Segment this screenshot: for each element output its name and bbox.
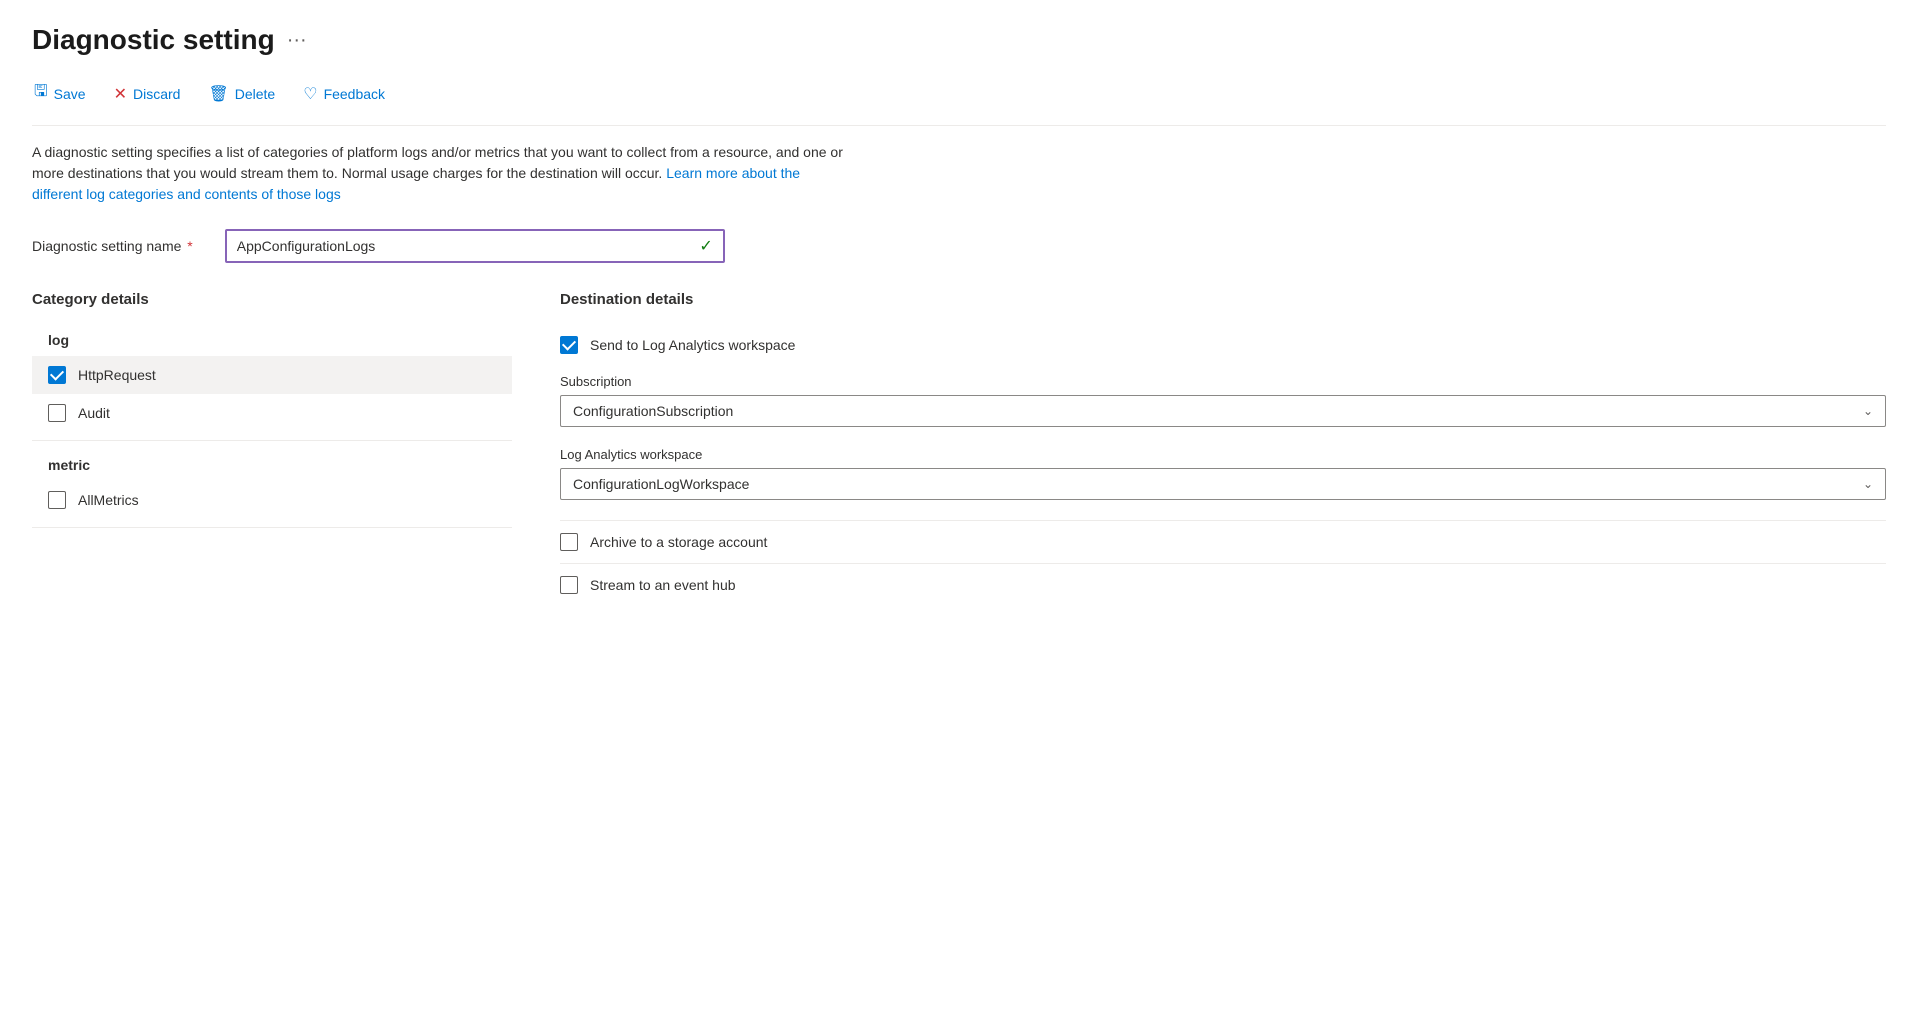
event-hub-label: Stream to an event hub (590, 577, 736, 593)
save-button[interactable]: 🖫 Save (32, 76, 88, 111)
destination-details-panel: Destination details Send to Log Analytic… (560, 291, 1886, 606)
setting-name-input-wrapper: ✓ (225, 229, 725, 263)
log-analytics-label: Send to Log Analytics workspace (590, 337, 795, 353)
setting-name-label: Diagnostic setting name * (32, 238, 193, 254)
destination-details-title: Destination details (560, 291, 1886, 308)
feedback-icon: ♡ (303, 84, 317, 104)
workspace-value: ConfigurationLogWorkspace (573, 476, 749, 492)
main-content: Category details log HttpRequest Audit m… (32, 291, 1886, 606)
httprequest-checkbox[interactable] (48, 366, 66, 384)
archive-storage-label: Archive to a storage account (590, 534, 767, 550)
delete-icon: 🗑 (208, 84, 228, 104)
category-divider (32, 440, 512, 441)
setting-name-input[interactable] (237, 238, 692, 254)
event-hub-checkbox[interactable] (560, 576, 578, 594)
subscription-chevron-icon: ⌄ (1863, 404, 1873, 418)
archive-storage-checkbox[interactable] (560, 533, 578, 551)
log-group-label: log (32, 324, 512, 356)
log-analytics-checkbox[interactable] (560, 336, 578, 354)
list-item: Audit (32, 394, 512, 432)
event-hub-row: Stream to an event hub (560, 564, 1886, 606)
delete-button[interactable]: 🗑 Delete (206, 80, 277, 108)
page-ellipsis: ··· (287, 29, 307, 52)
log-analytics-section: Send to Log Analytics workspace Subscrip… (560, 324, 1886, 521)
discard-button[interactable]: ✕ Discard (112, 80, 183, 108)
metric-bottom-divider (32, 527, 512, 528)
subscription-value: ConfigurationSubscription (573, 403, 733, 419)
workspace-section: Log Analytics workspace ConfigurationLog… (560, 435, 1886, 508)
page-title: Diagnostic setting ··· (32, 24, 1886, 56)
input-valid-icon: ✓ (699, 236, 712, 256)
metric-group-label: metric (32, 449, 512, 481)
feedback-button[interactable]: ♡ Feedback (301, 80, 387, 108)
toolbar: 🖫 Save ✕ Discard 🗑 Delete ♡ Feedback (32, 76, 1886, 126)
subscription-select[interactable]: ConfigurationSubscription ⌄ (560, 395, 1886, 427)
description-text: A diagnostic setting specifies a list of… (32, 142, 852, 205)
httprequest-label: HttpRequest (78, 367, 156, 383)
workspace-chevron-icon: ⌄ (1863, 477, 1873, 491)
log-analytics-main-row: Send to Log Analytics workspace (560, 324, 1886, 362)
category-details-panel: Category details log HttpRequest Audit m… (32, 291, 512, 536)
allmetrics-checkbox[interactable] (48, 491, 66, 509)
audit-label: Audit (78, 405, 110, 421)
list-item: AllMetrics (32, 481, 512, 519)
allmetrics-label: AllMetrics (78, 492, 139, 508)
subscription-section: Subscription ConfigurationSubscription ⌄ (560, 362, 1886, 435)
archive-storage-row: Archive to a storage account (560, 521, 1886, 564)
setting-name-row: Diagnostic setting name * ✓ (32, 229, 1886, 263)
save-icon: 🖫 (34, 80, 48, 107)
list-item: HttpRequest (32, 356, 512, 394)
audit-checkbox[interactable] (48, 404, 66, 422)
required-indicator: * (183, 238, 192, 254)
discard-icon: ✕ (114, 84, 127, 104)
workspace-label: Log Analytics workspace (560, 447, 1886, 462)
workspace-select[interactable]: ConfigurationLogWorkspace ⌄ (560, 468, 1886, 500)
category-details-title: Category details (32, 291, 512, 308)
subscription-label: Subscription (560, 374, 1886, 389)
